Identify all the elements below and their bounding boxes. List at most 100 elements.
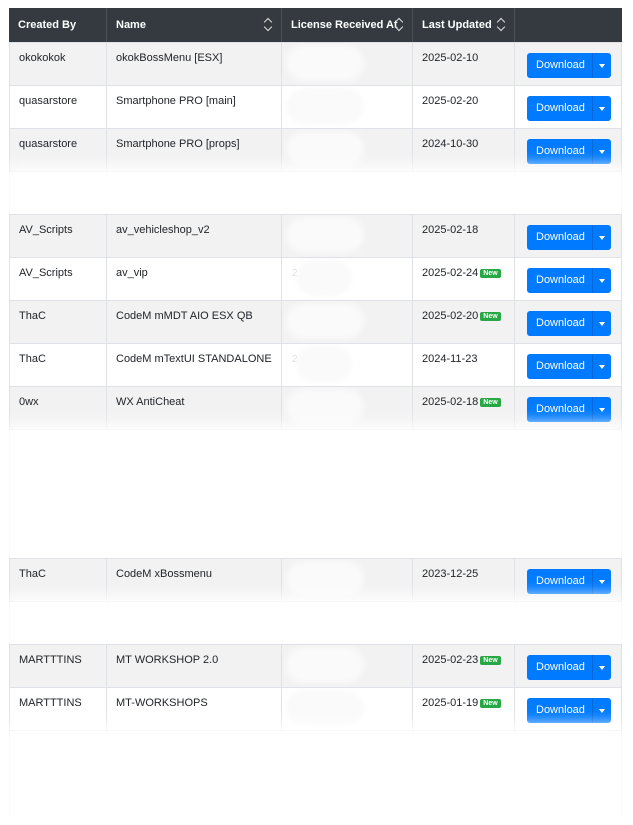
redaction-blur: [290, 651, 360, 679]
cell-last-updated: 2025-02-24 New: [413, 258, 515, 300]
table-row: quasarstore Smartphone PRO [main] 2025-02-…: [9, 85, 622, 128]
redaction-blur: [290, 393, 360, 421]
cell-name: CodeM xBossmenu: [107, 559, 282, 601]
table-row: ThaC CodeM mTextUI STANDALONE 2 2024-11-23 D…: [9, 343, 622, 386]
cell-last-updated: 2024-10-30: [413, 129, 515, 171]
cell-license-received-at: [282, 215, 413, 257]
column-divider: [621, 172, 622, 214]
chevron-down-icon[interactable]: [599, 279, 605, 283]
last-updated-text: 2025-01-19: [422, 697, 479, 709]
chevron-down-icon[interactable]: [599, 64, 605, 68]
chevron-down-icon[interactable]: [599, 107, 605, 111]
cell-name: av_vehicleshop_v2: [107, 215, 282, 257]
button-divider: [592, 397, 593, 422]
header-last-updated[interactable]: Last Updated: [413, 8, 515, 42]
redaction-blur: [300, 350, 348, 378]
table-body: okokokok okokBossMenu [ESX] 2025-02-10 Down…: [9, 42, 622, 816]
download-button[interactable]: Download: [527, 225, 611, 250]
column-divider: [621, 731, 622, 816]
button-divider: [592, 53, 593, 78]
chevron-down-icon[interactable]: [599, 236, 605, 240]
header-created-by-label: Created By: [18, 19, 77, 31]
column-divider: [621, 602, 622, 644]
chevron-down-icon[interactable]: [599, 709, 605, 713]
download-button-label: Download: [536, 360, 585, 372]
download-button-label: Download: [536, 704, 585, 716]
button-divider: [592, 96, 593, 121]
cell-last-updated: 2025-02-10: [413, 43, 515, 85]
button-divider: [592, 354, 593, 379]
cell-last-updated: 2023-12-25: [413, 559, 515, 601]
table-header: Created By Name License Received At Last…: [9, 8, 622, 42]
header-name-label: Name: [116, 19, 146, 31]
table-row: ThaC CodeM mMDT AIO ESX QB 2025-02-20 New Do…: [9, 300, 622, 343]
cell-actions: Download: [515, 559, 622, 601]
table-row: MARTTTINS MT WORKSHOP 2.0 2025-02-23 New Dow…: [9, 644, 622, 687]
cell-actions: Download: [515, 258, 622, 300]
download-button-label: Download: [536, 231, 585, 243]
cell-created-by: 0wx: [9, 387, 107, 429]
new-badge: New: [480, 312, 501, 321]
download-button-label: Download: [536, 661, 585, 673]
download-button-label: Download: [536, 317, 585, 329]
chevron-down-icon[interactable]: [599, 365, 605, 369]
chevron-down-icon[interactable]: [599, 408, 605, 412]
cell-created-by: okokokok: [9, 43, 107, 85]
redaction-blur: [290, 135, 360, 163]
last-updated-text: 2025-02-20: [422, 310, 479, 322]
cell-actions: Download: [515, 344, 622, 386]
table-row: MARTTTINS MT-WORKSHOPS 2025-01-19 New Downlo…: [9, 687, 622, 730]
chevron-down-icon[interactable]: [599, 580, 605, 584]
licenses-table: Created By Name License Received At Last…: [9, 8, 622, 816]
button-divider: [592, 655, 593, 680]
redaction-blur: [290, 92, 360, 120]
cell-actions: Download: [515, 43, 622, 85]
cell-license-received-at: 2: [282, 258, 413, 300]
download-button[interactable]: Download: [527, 268, 611, 293]
download-button-label: Download: [536, 102, 585, 114]
cell-created-by: quasarstore: [9, 129, 107, 171]
cell-last-updated: 2025-02-18: [413, 215, 515, 257]
sort-icon[interactable]: [265, 17, 273, 31]
column-divider: [9, 172, 10, 214]
download-button-label: Download: [536, 403, 585, 415]
button-divider: [592, 268, 593, 293]
cell-last-updated: 2025-02-20: [413, 86, 515, 128]
download-button[interactable]: Download: [527, 397, 611, 422]
cell-name: CodeM mTextUI STANDALONE: [107, 344, 282, 386]
blur-overlay: [19, 180, 612, 206]
download-button[interactable]: Download: [527, 311, 611, 336]
chevron-down-icon[interactable]: [599, 666, 605, 670]
download-button[interactable]: Download: [527, 139, 611, 164]
cell-created-by: AV_Scripts: [9, 215, 107, 257]
cell-last-updated: 2024-11-23: [413, 344, 515, 386]
download-button[interactable]: Download: [527, 655, 611, 680]
download-button-label: Download: [536, 59, 585, 71]
download-button[interactable]: Download: [527, 354, 611, 379]
last-updated-text: 2025-02-23: [422, 654, 479, 666]
cell-last-updated: 2025-02-18 New: [413, 387, 515, 429]
header-last-updated-label: Last Updated: [422, 19, 492, 31]
cell-created-by: MARTTTINS: [9, 645, 107, 687]
header-created-by[interactable]: Created By: [9, 8, 107, 42]
download-button[interactable]: Download: [527, 698, 611, 723]
download-button[interactable]: Download: [527, 569, 611, 594]
download-button[interactable]: Download: [527, 96, 611, 121]
cell-license-received-at: [282, 129, 413, 171]
sort-icon[interactable]: [396, 17, 404, 31]
sort-icon[interactable]: [498, 17, 506, 31]
cell-created-by: quasarstore: [9, 86, 107, 128]
last-updated-text: 2025-02-10: [422, 52, 479, 64]
header-license-received-at[interactable]: License Received At: [282, 8, 413, 42]
button-divider: [592, 698, 593, 723]
redaction-blur: [290, 694, 360, 722]
cell-actions: Download: [515, 301, 622, 343]
download-button[interactable]: Download: [527, 53, 611, 78]
blur-overlay: [19, 739, 612, 808]
table-row: quasarstore Smartphone PRO [props] 2024-10…: [9, 128, 622, 171]
chevron-down-icon[interactable]: [599, 322, 605, 326]
chevron-down-icon[interactable]: [599, 150, 605, 154]
last-updated-text: 2025-02-20: [422, 95, 479, 107]
header-name[interactable]: Name: [107, 8, 282, 42]
cell-actions: Download: [515, 86, 622, 128]
